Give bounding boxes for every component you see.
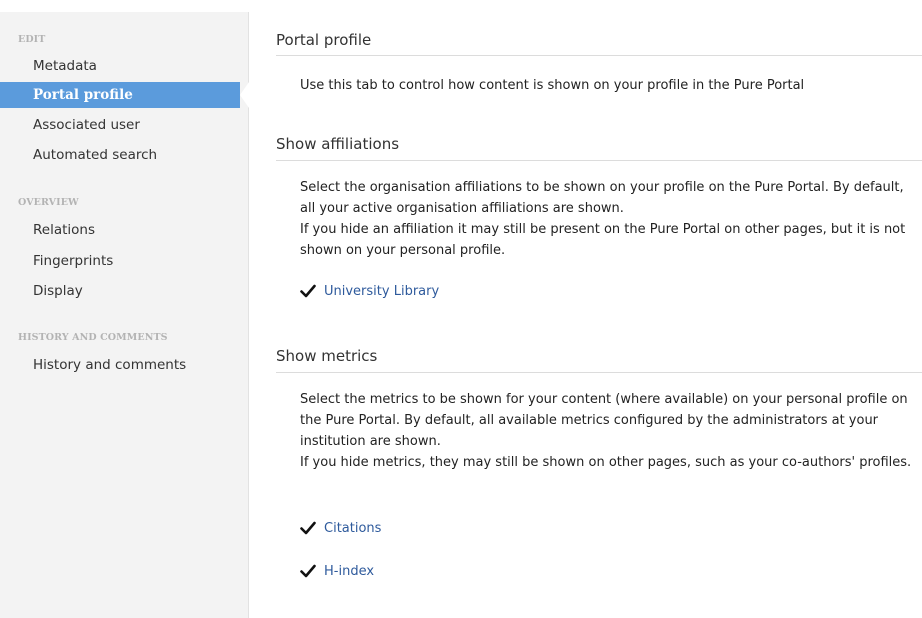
metrics-paragraph-1: Select the metrics to be shown for your … (300, 392, 908, 449)
sidebar-item-label: Associated user (33, 117, 140, 133)
metric-option-citations[interactable]: Citations (300, 518, 381, 538)
affiliations-description: Select the organisation affiliations to … (300, 177, 922, 261)
sidebar-item-label: History and comments (33, 357, 187, 373)
sidebar-item-display[interactable]: Display (0, 278, 248, 304)
sidebar-item-label: Display (33, 283, 83, 299)
portal-profile-title: Portal profile (276, 31, 372, 49)
sidebar-item-portal-profile[interactable]: Portal profile (0, 82, 249, 108)
sidebar: EDIT Metadata Portal profile Associated … (0, 12, 249, 618)
sidebar-item-fingerprints[interactable]: Fingerprints (0, 248, 248, 274)
sidebar-item-label: Portal profile (33, 87, 133, 103)
divider (276, 55, 922, 56)
sidebar-item-associated-user[interactable]: Associated user (0, 112, 248, 138)
metric-label[interactable]: H-index (324, 564, 374, 579)
affiliation-option-university-library[interactable]: University Library (300, 281, 439, 301)
metric-option-h-index[interactable]: H-index (300, 561, 374, 581)
checkbox-checked-icon[interactable] (300, 563, 316, 579)
metric-label[interactable]: Citations (324, 521, 381, 536)
sidebar-item-history-and-comments[interactable]: History and comments (0, 352, 248, 378)
metrics-paragraph-2: If you hide metrics, they may still be s… (300, 455, 912, 470)
sidebar-item-relations[interactable]: Relations (0, 217, 248, 243)
sidebar-heading-history: HISTORY AND COMMENTS (18, 332, 168, 343)
affiliations-paragraph-1: Select the organisation affiliations to … (300, 180, 904, 216)
sidebar-item-label: Fingerprints (33, 253, 114, 269)
sidebar-item-metadata[interactable]: Metadata (0, 53, 248, 79)
checkbox-checked-icon[interactable] (300, 520, 316, 536)
divider (276, 160, 922, 161)
metrics-description: Select the metrics to be shown for your … (300, 389, 922, 473)
sidebar-item-label: Relations (33, 222, 95, 238)
sidebar-item-label: Metadata (33, 58, 97, 74)
sidebar-item-automated-search[interactable]: Automated search (0, 142, 248, 168)
checkbox-checked-icon[interactable] (300, 283, 316, 299)
show-metrics-title: Show metrics (276, 347, 378, 365)
sidebar-heading-overview: OVERVIEW (18, 197, 79, 208)
sidebar-item-label: Automated search (33, 147, 158, 163)
show-affiliations-title: Show affiliations (276, 135, 400, 153)
affiliations-paragraph-2: If you hide an affiliation it may still … (300, 222, 906, 258)
main-content: Portal profile Use this tab to control h… (276, 0, 922, 618)
portal-profile-description: Use this tab to control how content is s… (300, 78, 805, 93)
affiliation-label[interactable]: University Library (324, 284, 439, 299)
divider (276, 372, 922, 373)
sidebar-heading-edit: EDIT (18, 34, 46, 45)
